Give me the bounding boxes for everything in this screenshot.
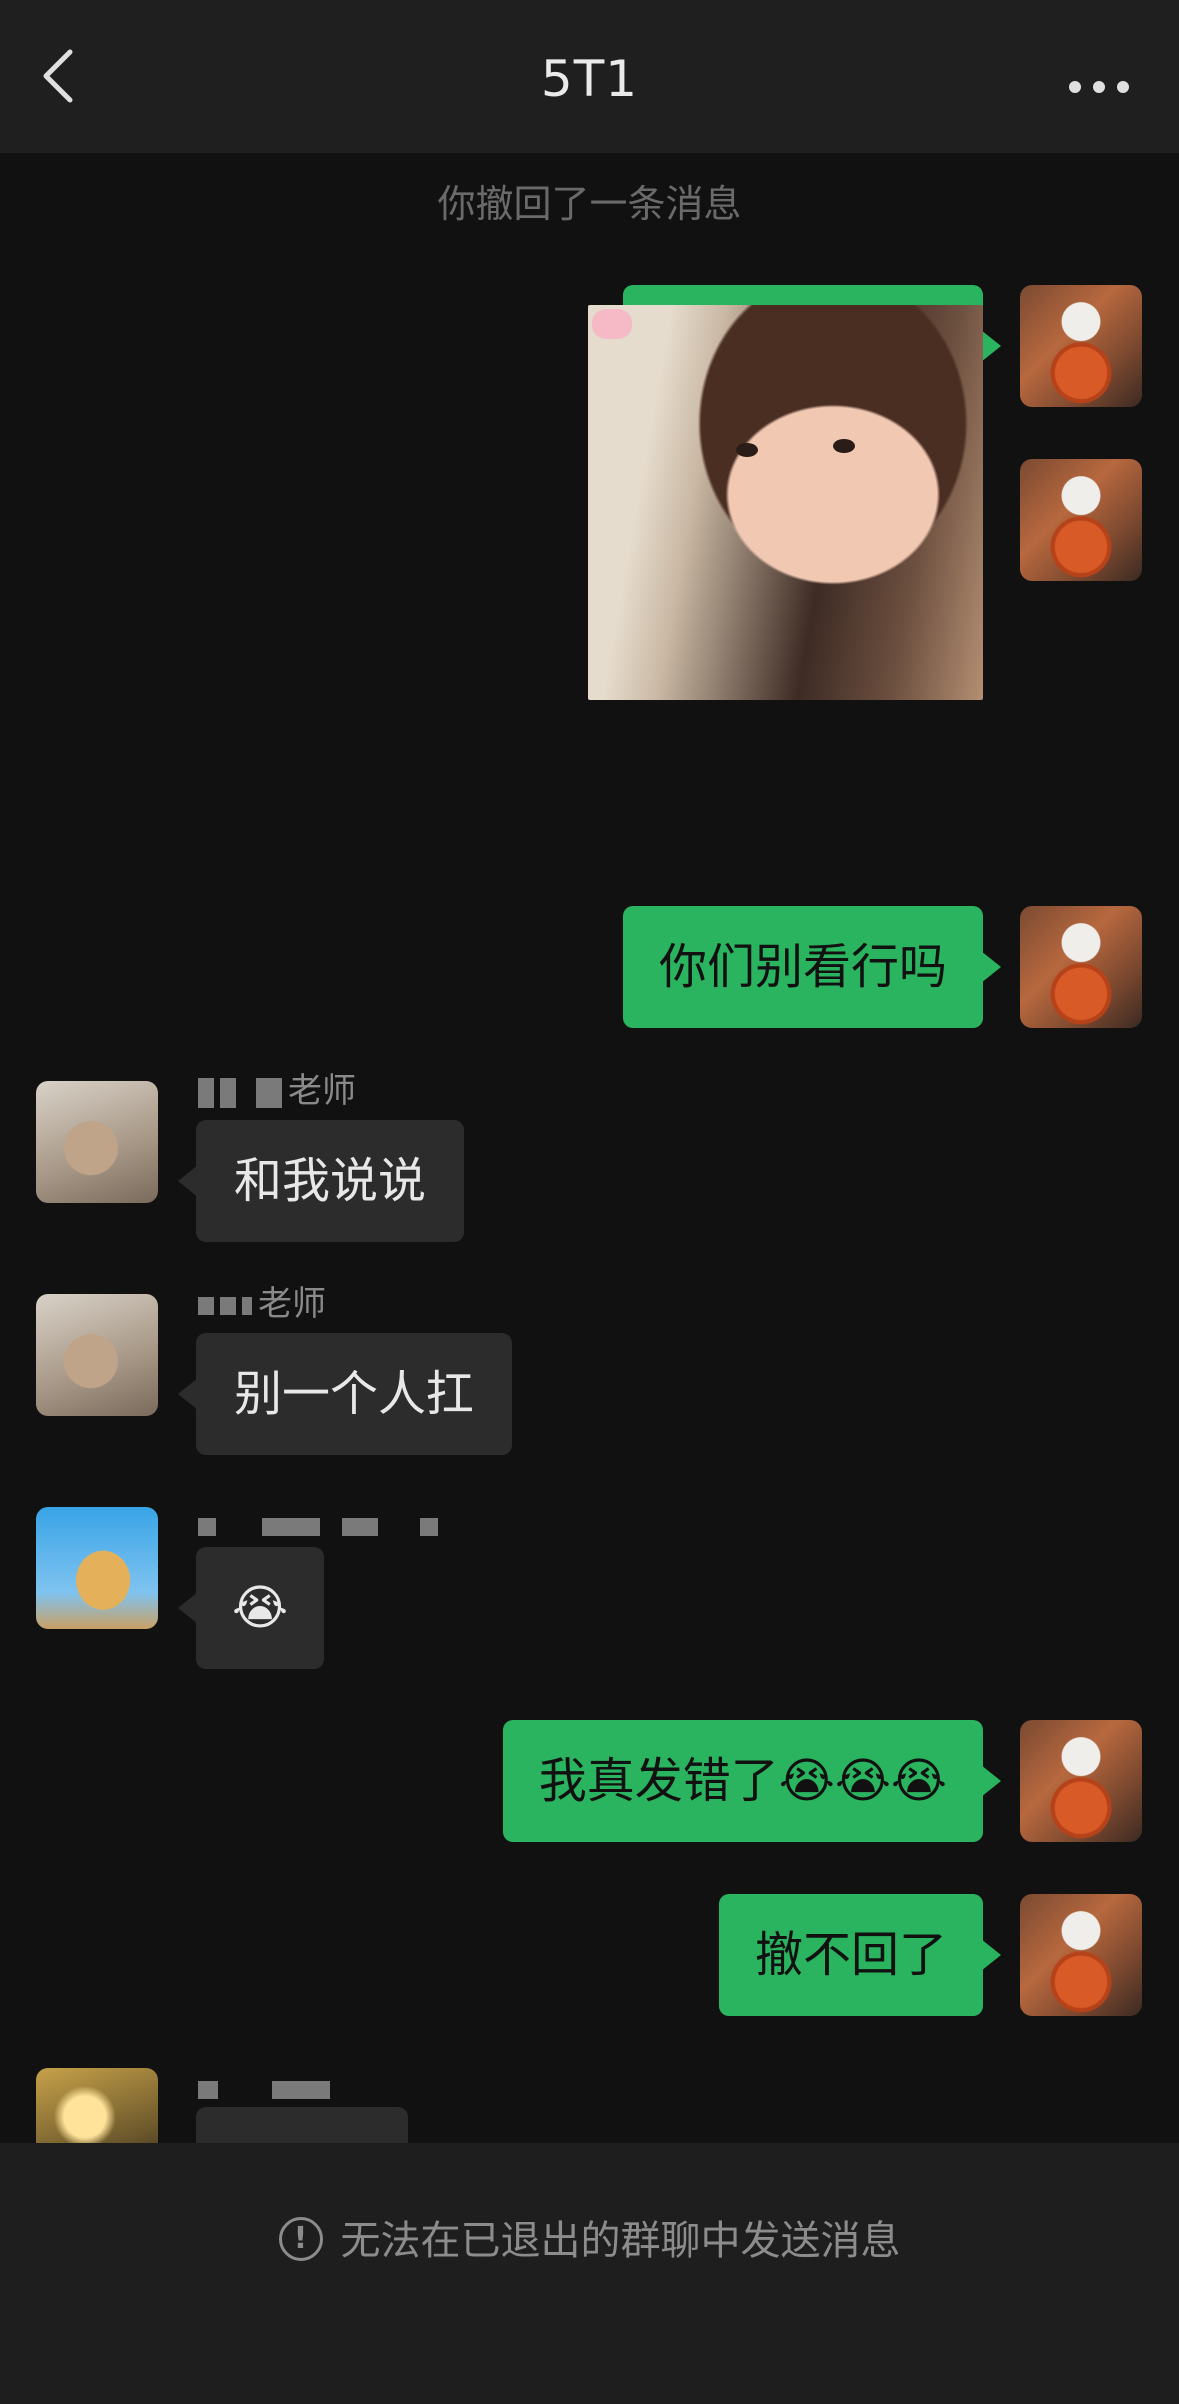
message-bubble-other[interactable]: 和我说说 bbox=[177, 1120, 465, 1242]
redacted-name bbox=[220, 1296, 236, 1315]
message-bubble-self[interactable]: 撤不回了 bbox=[718, 1894, 1002, 2016]
redacted-name bbox=[198, 2080, 218, 2099]
exited-group-notice: 无法在已退出的群聊中发送消息 bbox=[0, 2208, 1179, 2266]
chat-header: 5T1 bbox=[0, 0, 1179, 153]
self-avatar[interactable] bbox=[1020, 1894, 1142, 2016]
message-bubble-other[interactable]: 别一个人扛 bbox=[177, 1333, 513, 1455]
photo-detail bbox=[736, 443, 758, 457]
self-avatar[interactable] bbox=[1020, 459, 1142, 581]
message-bubble-self[interactable]: 我真发错了😭😭😭 bbox=[502, 1720, 1002, 1842]
member-avatar[interactable] bbox=[36, 1294, 158, 1416]
redacted-name bbox=[198, 1296, 214, 1315]
self-avatar[interactable] bbox=[1020, 906, 1142, 1028]
redacted-name bbox=[342, 1517, 378, 1536]
exited-group-text: 无法在已退出的群聊中发送消息 bbox=[340, 2218, 901, 2264]
pig-watermark-icon bbox=[592, 309, 632, 339]
message-bubble-other[interactable]: 😭 bbox=[177, 1547, 325, 1669]
photo-detail bbox=[833, 439, 855, 453]
sender-name: 老师 bbox=[198, 1284, 326, 1324]
member-avatar[interactable] bbox=[36, 1081, 158, 1203]
info-circle-icon bbox=[278, 2217, 323, 2261]
redacted-name bbox=[262, 1517, 320, 1536]
chat-title: 5T1 bbox=[540, 50, 639, 108]
redacted-name bbox=[198, 1077, 214, 1108]
member-avatar[interactable] bbox=[36, 2068, 158, 2143]
member-avatar[interactable] bbox=[36, 1507, 158, 1629]
sender-name bbox=[198, 2068, 336, 2108]
self-avatar[interactable] bbox=[1020, 285, 1142, 407]
crying-emoji: 😭😭😭 bbox=[778, 1753, 947, 1809]
message-bubble-other[interactable] bbox=[196, 2107, 408, 2143]
message-list[interactable]: 你撤回了一条消息 我发错了兄弟 你们别看行吗 老师 和我说说 老师 别一个人扛 … bbox=[0, 153, 1179, 2143]
redacted-name bbox=[220, 1077, 236, 1108]
sender-name bbox=[198, 1505, 444, 1545]
sender-title: 老师 bbox=[258, 1284, 326, 1324]
sticker-image[interactable] bbox=[588, 305, 983, 700]
sender-title: 老师 bbox=[288, 1071, 356, 1111]
recall-notice: 你撤回了一条消息 bbox=[437, 182, 742, 226]
message-text: 我真发错了 bbox=[538, 1753, 779, 1809]
sender-name: 老师 bbox=[198, 1071, 356, 1111]
message-bubble-self[interactable]: 你们别看行吗 bbox=[622, 906, 1002, 1028]
redacted-name bbox=[242, 1296, 252, 1315]
redacted-name bbox=[420, 1517, 438, 1536]
self-avatar[interactable] bbox=[1020, 1720, 1142, 1842]
input-area-disabled: 无法在已退出的群聊中发送消息 bbox=[0, 2143, 1179, 2404]
more-dots-icon bbox=[1069, 81, 1129, 93]
more-button[interactable] bbox=[1059, 62, 1139, 112]
redacted-name bbox=[256, 1077, 282, 1108]
redacted-name bbox=[272, 2080, 330, 2099]
redacted-name bbox=[198, 1517, 216, 1536]
